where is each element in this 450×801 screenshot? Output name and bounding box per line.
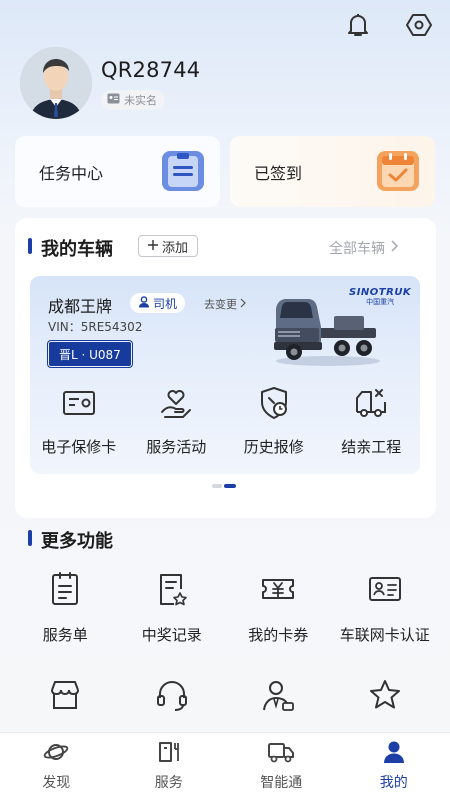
service-order-label: 服务单 xyxy=(43,624,88,645)
vehicle-pager-dots xyxy=(212,484,236,488)
iot-card-auth-button[interactable]: 车联网卡认证 xyxy=(332,572,439,645)
username: QR28744 xyxy=(101,58,200,82)
more-functions-row-1: 服务单 中奖记录 我的卡券 车联网卡认证 xyxy=(12,572,438,645)
my-vehicles-title: 我的车辆 xyxy=(41,235,113,261)
my-coupons-label: 我的卡券 xyxy=(248,624,308,645)
repair-history-label: 历史报修 xyxy=(244,436,304,457)
vehicle-vin: VIN：5RE54302 xyxy=(48,318,142,335)
service-activity-label: 服务活动 xyxy=(146,436,206,457)
truck-icon xyxy=(267,740,295,768)
verify-status-text: 未实名 xyxy=(124,92,157,108)
check-in-label: 已签到 xyxy=(254,160,302,184)
id-card-small-icon xyxy=(107,93,120,107)
chevron-right-icon xyxy=(240,298,246,311)
all-vehicles-link[interactable]: 全部车辆 xyxy=(329,238,398,258)
vehicle-name: 成都王牌 xyxy=(48,293,112,317)
my-coupons-button[interactable]: 我的卡券 xyxy=(225,572,332,645)
driver-role-badge: 司机 xyxy=(130,293,185,313)
document-list-icon xyxy=(49,572,81,610)
tab-smart-label: 智能通 xyxy=(260,772,302,792)
task-center-card[interactable]: 任务中心 xyxy=(15,136,220,207)
coupon-yen-icon xyxy=(261,572,295,610)
all-vehicles-label: 全部车辆 xyxy=(329,238,385,258)
more-functions-title: 更多功能 xyxy=(41,527,113,553)
warranty-card-button[interactable]: 电子保修卡 xyxy=(30,386,128,457)
favorites-button[interactable] xyxy=(332,678,439,732)
bell-icon[interactable] xyxy=(343,10,373,40)
customer-service-button[interactable] xyxy=(119,678,226,732)
calendar-check-icon xyxy=(375,147,421,197)
service-activity-button[interactable]: 服务活动 xyxy=(128,386,226,457)
tab-mine-label: 我的 xyxy=(380,772,408,792)
driver-icon xyxy=(138,296,150,311)
manager-button[interactable] xyxy=(225,678,332,732)
warranty-card-label: 电子保修卡 xyxy=(41,436,116,457)
section-marker xyxy=(28,238,32,254)
settings-icon[interactable] xyxy=(404,10,434,40)
tab-smart[interactable]: 智能通 xyxy=(225,733,338,801)
service-icon xyxy=(156,740,182,768)
headset-icon xyxy=(155,678,189,716)
award-record-label: 中奖记录 xyxy=(142,624,202,645)
star-badge-icon xyxy=(368,678,402,716)
vehicle-functions-row: 电子保修卡 服务活动 历史报修 结亲工程 xyxy=(30,386,420,457)
change-role-link[interactable]: 去变更 xyxy=(204,296,246,312)
tab-mine[interactable]: 我的 xyxy=(338,733,450,801)
truck-wrench-icon xyxy=(354,386,388,424)
tab-discover[interactable]: 发现 xyxy=(0,733,113,801)
shield-clock-icon xyxy=(257,386,291,424)
store-button[interactable] xyxy=(12,678,119,732)
pager-dot xyxy=(212,484,222,488)
award-record-button[interactable]: 中奖记录 xyxy=(119,572,226,645)
check-in-card[interactable]: 已签到 xyxy=(230,136,435,207)
driver-role-text: 司机 xyxy=(153,295,177,312)
section-marker xyxy=(28,530,32,546)
verify-status-badge[interactable]: 未实名 xyxy=(101,90,165,110)
warranty-card-icon xyxy=(62,386,96,424)
repair-history-button[interactable]: 历史报修 xyxy=(225,386,323,457)
id-card-icon xyxy=(368,572,402,610)
tab-service-label: 服务 xyxy=(155,772,183,792)
add-vehicle-button[interactable]: 添加 xyxy=(138,235,198,257)
tab-discover-label: 发现 xyxy=(42,772,70,792)
plus-icon xyxy=(148,239,158,254)
iot-card-auth-label: 车联网卡认证 xyxy=(340,624,430,645)
person-icon xyxy=(382,740,406,768)
bottom-tab-bar: 发现 服务 智能通 我的 xyxy=(0,732,450,801)
family-project-label: 结亲工程 xyxy=(341,436,401,457)
planet-icon xyxy=(43,740,69,768)
service-order-button[interactable]: 服务单 xyxy=(12,572,119,645)
task-center-label: 任务中心 xyxy=(39,160,103,184)
award-record-icon xyxy=(156,572,188,610)
family-project-button[interactable]: 结亲工程 xyxy=(323,386,421,457)
change-role-label: 去变更 xyxy=(204,296,237,312)
avatar[interactable] xyxy=(20,47,92,119)
tab-service[interactable]: 服务 xyxy=(113,733,226,801)
add-vehicle-label: 添加 xyxy=(162,237,188,256)
license-plate: 晋L · U087 xyxy=(48,341,132,367)
store-icon xyxy=(48,678,82,716)
pager-dot-active xyxy=(224,484,236,488)
chevron-right-icon xyxy=(391,240,398,256)
more-functions-row-2 xyxy=(12,678,438,732)
heart-hand-icon xyxy=(159,386,193,424)
truck-image xyxy=(268,288,380,372)
clipboard-icon xyxy=(160,147,206,197)
user-manager-icon xyxy=(261,678,295,716)
